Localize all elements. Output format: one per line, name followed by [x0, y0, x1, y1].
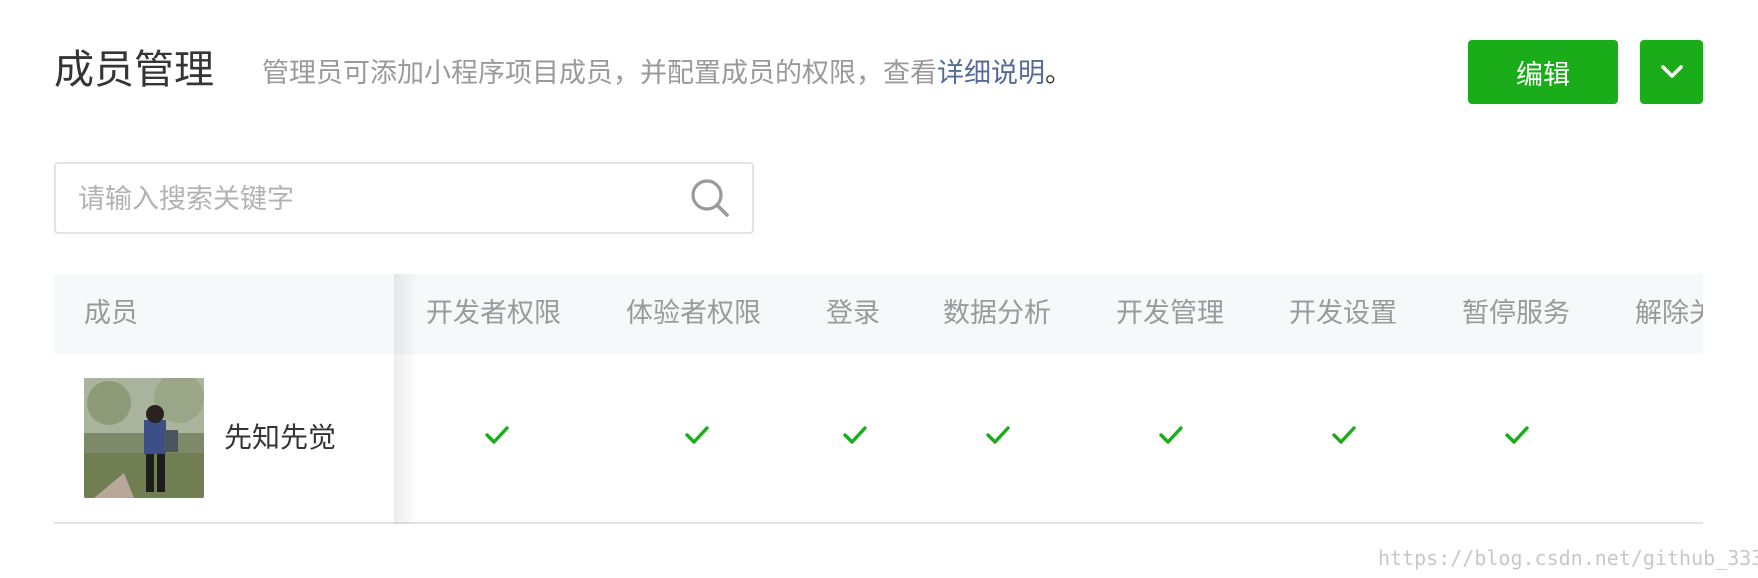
column-header-suspend-service: 暂停服务 — [1462, 298, 1570, 329]
search-input[interactable] — [76, 164, 660, 234]
description-tail: 。 — [1045, 58, 1072, 89]
check-icon — [986, 426, 1010, 444]
column-header-developer: 开发者权限 — [426, 298, 561, 329]
avatar — [84, 378, 204, 498]
column-header-unbind: 解除关 — [1635, 298, 1703, 329]
more-dropdown-button[interactable] — [1640, 40, 1703, 104]
edit-button[interactable]: 编辑 — [1468, 40, 1618, 104]
search-icon[interactable] — [690, 178, 730, 218]
column-header-tester: 体验者权限 — [626, 298, 761, 329]
column-header-login: 登录 — [826, 298, 880, 329]
chevron-down-icon — [1660, 65, 1683, 78]
search-box — [54, 162, 754, 234]
check-icon — [1159, 426, 1183, 444]
check-icon — [1505, 426, 1529, 444]
check-icon — [843, 426, 867, 444]
page-title: 成员管理 — [54, 47, 214, 93]
watermark: https://blog.csdn.net/github_33304260 — [1378, 546, 1758, 570]
check-icon — [1332, 426, 1356, 444]
column-header-dev-settings: 开发设置 — [1289, 298, 1397, 329]
member-name: 先知先觉 — [224, 421, 337, 454]
details-link[interactable]: 详细说明 — [937, 58, 1045, 89]
check-icon — [685, 426, 709, 444]
members-table: 成员 开发者权限 体验者权限 登录 数据分析 开发管理 开发设置 暂停服务 解除… — [54, 274, 1703, 524]
page-description: 管理员可添加小程序项目成员，并配置成员的权限，查看详细说明。 — [262, 56, 1072, 92]
check-icon — [485, 426, 509, 444]
column-header-data-analysis: 数据分析 — [943, 298, 1051, 329]
description-text: 管理员可添加小程序项目成员，并配置成员的权限，查看 — [262, 58, 937, 89]
column-header-dev-management: 开发管理 — [1116, 298, 1224, 329]
member-column: 先知先觉 — [54, 274, 394, 524]
